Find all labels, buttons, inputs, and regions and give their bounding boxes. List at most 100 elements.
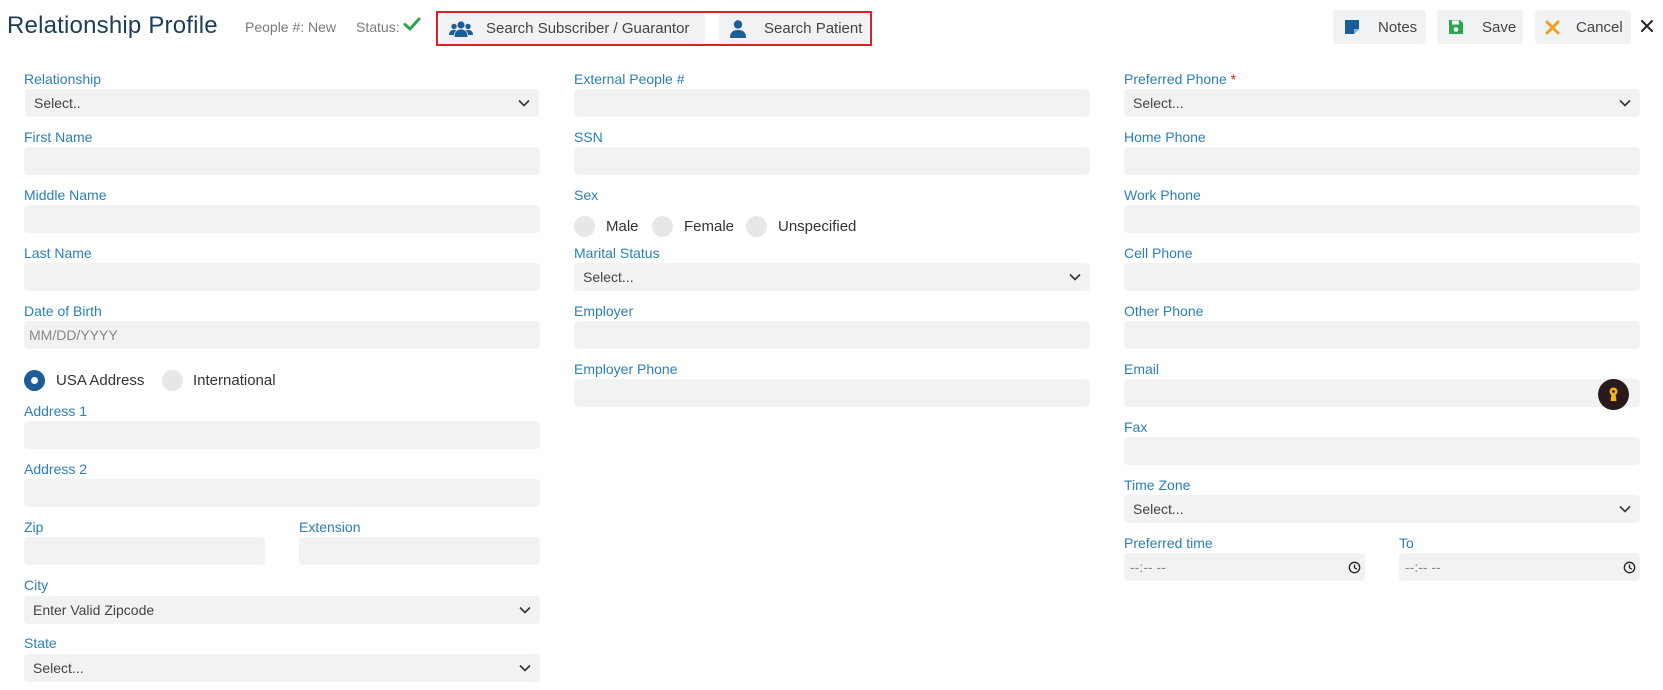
fax-field[interactable] xyxy=(1124,437,1640,465)
chevron-down-icon xyxy=(519,606,531,614)
preferred-phone-value: Select... xyxy=(1133,95,1184,111)
clock-icon[interactable] xyxy=(1348,561,1361,574)
time-zone-value: Select... xyxy=(1133,501,1184,517)
clock-icon[interactable] xyxy=(1623,561,1636,574)
middle-name-field[interactable] xyxy=(24,205,540,233)
employer-field[interactable] xyxy=(574,321,1090,349)
users-icon xyxy=(448,20,474,38)
email-field[interactable] xyxy=(1124,379,1640,407)
last-name-label: Last Name xyxy=(24,245,92,261)
floppy-disk-icon xyxy=(1448,19,1464,35)
cell-phone-label: Cell Phone xyxy=(1124,245,1193,261)
employer-label: Employer xyxy=(574,303,634,319)
work-phone-label: Work Phone xyxy=(1124,187,1201,203)
search-patient-button[interactable]: Search Patient xyxy=(719,13,869,44)
notes-button[interactable]: Notes xyxy=(1333,10,1426,44)
other-phone-label: Other Phone xyxy=(1124,303,1204,319)
relationship-select[interactable]: Select.. xyxy=(25,89,539,117)
state-label: State xyxy=(24,635,57,651)
zip-field[interactable] xyxy=(24,537,265,565)
preferred-time-field[interactable]: --:-- -- xyxy=(1124,553,1365,581)
chevron-down-icon xyxy=(1619,99,1631,107)
address1-field[interactable] xyxy=(24,421,540,449)
cell-phone-field[interactable] xyxy=(1124,263,1640,291)
work-phone-field[interactable] xyxy=(1124,205,1640,233)
middle-name-label: Middle Name xyxy=(24,187,107,203)
city-label: City xyxy=(24,577,49,593)
search-subscriber-label: Search Subscriber / Guarantor xyxy=(486,20,690,37)
password-manager-icon[interactable] xyxy=(1598,379,1629,410)
chevron-down-icon xyxy=(1069,273,1081,281)
check-icon xyxy=(403,17,421,31)
marital-status-value: Select... xyxy=(583,269,634,285)
people-number-value: New xyxy=(308,19,337,35)
preferred-time-label: Preferred time xyxy=(1124,535,1213,551)
other-phone-field[interactable] xyxy=(1124,321,1640,349)
dob-field[interactable]: MM/DD/YYYY xyxy=(24,321,540,349)
international-label: International xyxy=(193,372,276,389)
address2-label: Address 2 xyxy=(24,461,88,477)
sticky-note-icon xyxy=(1344,19,1360,35)
save-button[interactable]: Save xyxy=(1437,10,1523,44)
notes-label: Notes xyxy=(1378,18,1418,36)
preferred-phone-label-text: Preferred Phone xyxy=(1124,71,1227,87)
usa-address-label: USA Address xyxy=(56,372,145,389)
sex-female-label: Female xyxy=(684,218,735,235)
cancel-label: Cancel xyxy=(1576,18,1623,36)
ssn-field[interactable] xyxy=(574,147,1090,175)
preferred-phone-label: Preferred Phone * xyxy=(1124,71,1236,87)
preferred-phone-select[interactable]: Select... xyxy=(1124,89,1640,117)
relationship-value: Select.. xyxy=(34,95,81,111)
sex-unspecified-label: Unspecified xyxy=(778,218,857,235)
employer-phone-label: Employer Phone xyxy=(574,361,678,377)
sex-female-radio[interactable] xyxy=(652,216,673,237)
required-mark: * xyxy=(1230,71,1237,87)
chevron-down-icon xyxy=(1619,505,1631,513)
usa-address-radio[interactable] xyxy=(24,370,45,391)
chevron-down-icon xyxy=(518,99,530,107)
address2-field[interactable] xyxy=(24,479,540,507)
to-time-placeholder: --:-- -- xyxy=(1405,559,1441,575)
marital-status-select[interactable]: Select... xyxy=(574,263,1090,291)
relationship-label: Relationship xyxy=(24,71,102,87)
state-select[interactable]: Select... xyxy=(24,654,540,682)
last-name-field[interactable] xyxy=(24,263,540,291)
fax-label: Fax xyxy=(1124,419,1148,435)
people-number-label: People #: xyxy=(245,19,305,35)
zip-label: Zip xyxy=(24,519,44,535)
save-label: Save xyxy=(1482,18,1517,36)
sex-unspecified-radio[interactable] xyxy=(746,216,767,237)
first-name-label: First Name xyxy=(24,129,93,145)
international-radio[interactable] xyxy=(162,370,183,391)
external-people-field[interactable] xyxy=(574,89,1090,117)
search-patient-label: Search Patient xyxy=(764,20,863,37)
user-icon xyxy=(729,19,747,38)
preferred-time-placeholder: --:-- -- xyxy=(1130,559,1166,575)
external-people-label: External People # xyxy=(574,71,685,87)
city-select[interactable]: Enter Valid Zipcode xyxy=(24,596,540,624)
home-phone-field[interactable] xyxy=(1124,147,1640,175)
dob-placeholder: MM/DD/YYYY xyxy=(29,327,118,343)
page-header: Relationship Profile People #: New Statu… xyxy=(0,0,1663,52)
first-name-field[interactable] xyxy=(24,147,540,175)
to-time-label: To xyxy=(1399,535,1414,551)
sex-male-radio[interactable] xyxy=(574,216,595,237)
home-phone-label: Home Phone xyxy=(1124,129,1206,145)
x-icon xyxy=(1545,20,1560,35)
city-value: Enter Valid Zipcode xyxy=(33,602,155,618)
extension-label: Extension xyxy=(299,519,361,535)
marital-status-label: Marital Status xyxy=(574,245,660,261)
status-label: Status: xyxy=(356,19,400,35)
address1-label: Address 1 xyxy=(24,403,88,419)
search-subscriber-button[interactable]: Search Subscriber / Guarantor xyxy=(440,13,705,44)
email-label: Email xyxy=(1124,361,1160,377)
close-icon[interactable] xyxy=(1639,18,1655,34)
extension-field[interactable] xyxy=(299,537,540,565)
dob-label: Date of Birth xyxy=(24,303,102,319)
employer-phone-field[interactable] xyxy=(574,379,1090,407)
ssn-label: SSN xyxy=(574,129,603,145)
cancel-button[interactable]: Cancel xyxy=(1535,10,1631,44)
time-zone-select[interactable]: Select... xyxy=(1124,495,1640,523)
to-time-field[interactable]: --:-- -- xyxy=(1399,553,1640,581)
chevron-down-icon xyxy=(519,664,531,672)
